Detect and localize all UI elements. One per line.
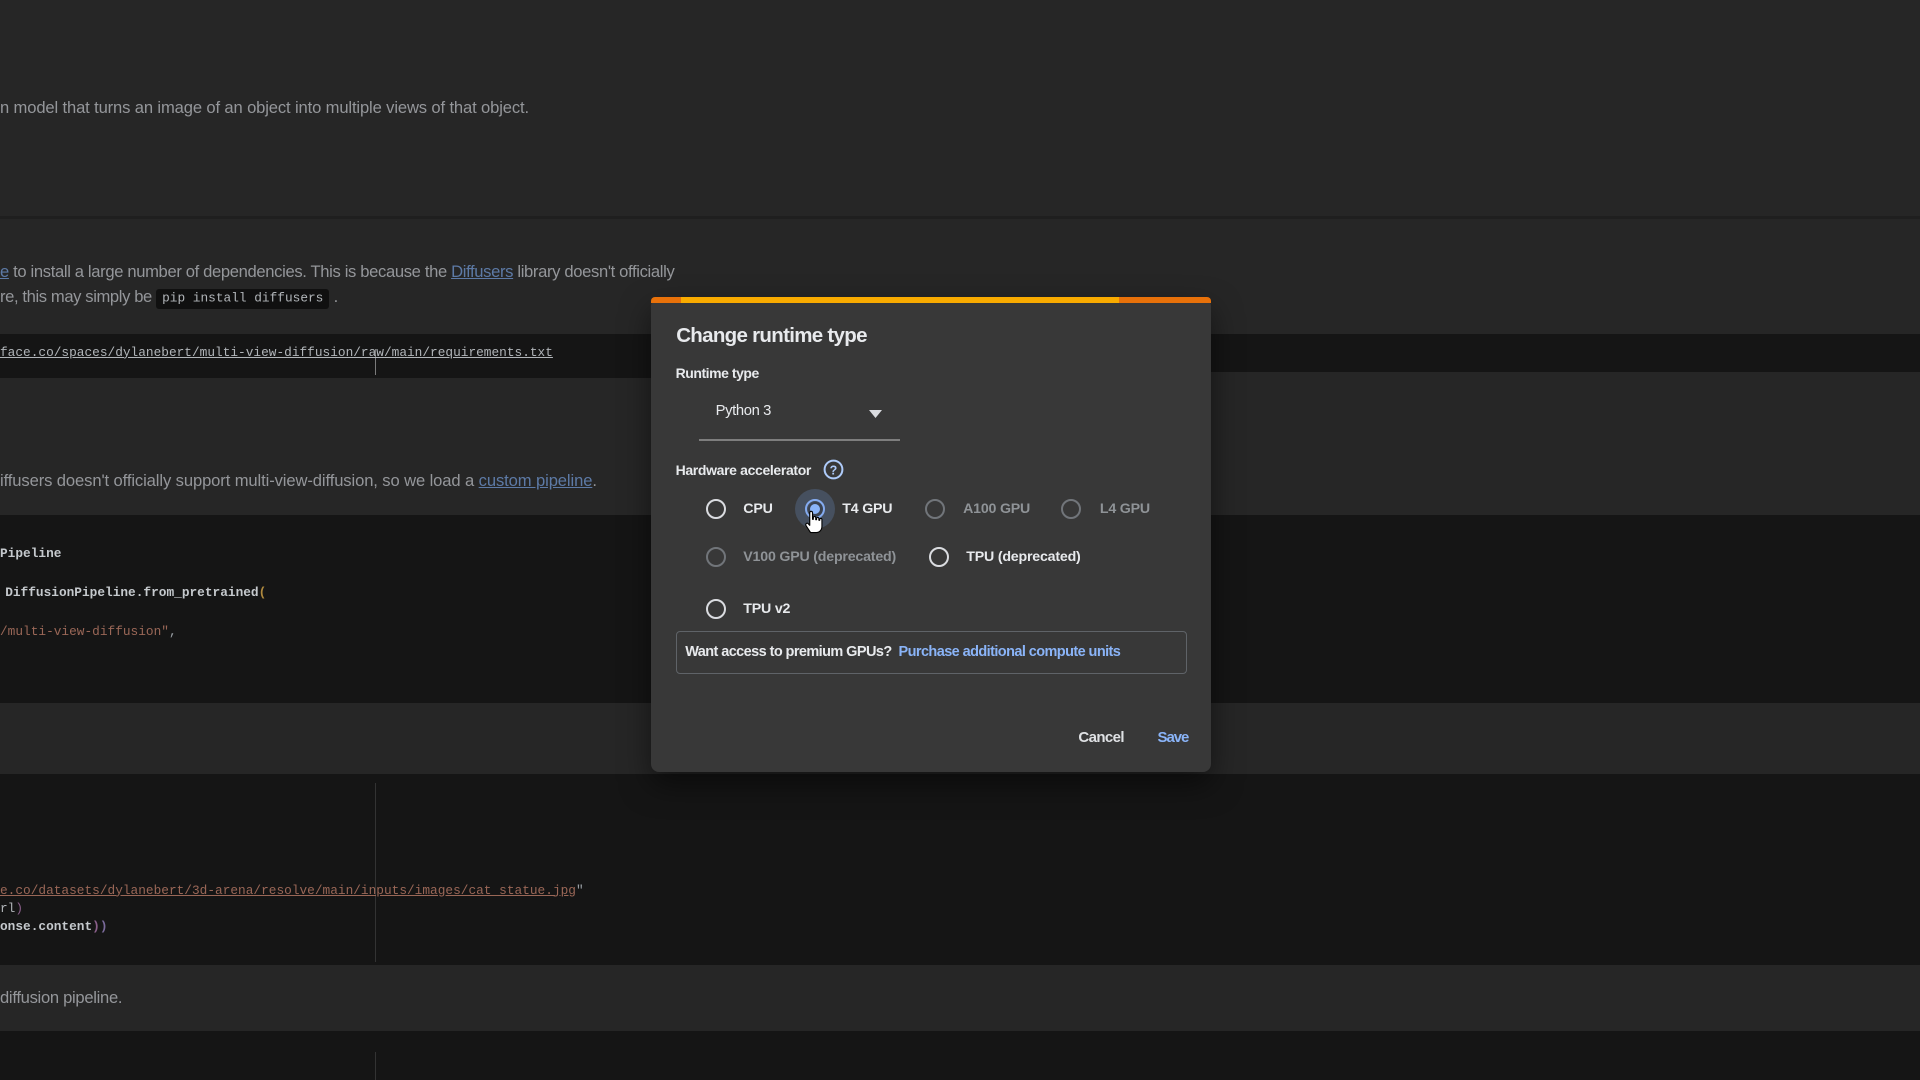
svg-text:?: ? <box>829 463 837 477</box>
